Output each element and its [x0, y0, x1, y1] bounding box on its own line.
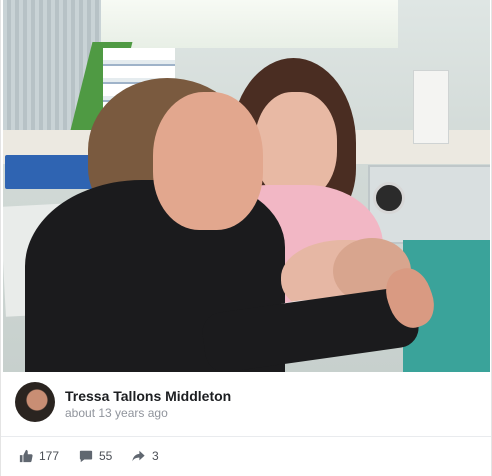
likes-count-label: 177	[39, 449, 60, 463]
post-timestamp: about 13 years ago	[65, 406, 168, 420]
post-card: Tressa Tallons Middleton about 13 years …	[0, 0, 492, 476]
photo-woman-left-face	[153, 92, 263, 230]
author-row: Tressa Tallons Middleton about 13 years …	[1, 372, 491, 437]
author-name[interactable]: Tressa Tallons Middleton	[65, 388, 231, 404]
thumbs-up-icon	[19, 449, 33, 463]
photo-gauge	[373, 182, 405, 214]
avatar[interactable]	[15, 382, 55, 422]
photo-woman-right-face	[255, 92, 337, 200]
photo-window	[98, 0, 398, 48]
comments-count-label: 55	[99, 449, 113, 463]
comment-icon	[79, 450, 93, 463]
shares-count[interactable]: 3	[131, 449, 159, 463]
comments-count[interactable]: 55	[79, 449, 112, 463]
share-arrow-icon	[132, 450, 145, 462]
stats-row: 177 55 3	[1, 437, 491, 476]
post-photo[interactable]	[3, 0, 490, 372]
likes-count[interactable]: 177	[19, 449, 59, 463]
photo-bottle	[413, 70, 449, 144]
shares-count-label: 3	[152, 449, 159, 463]
